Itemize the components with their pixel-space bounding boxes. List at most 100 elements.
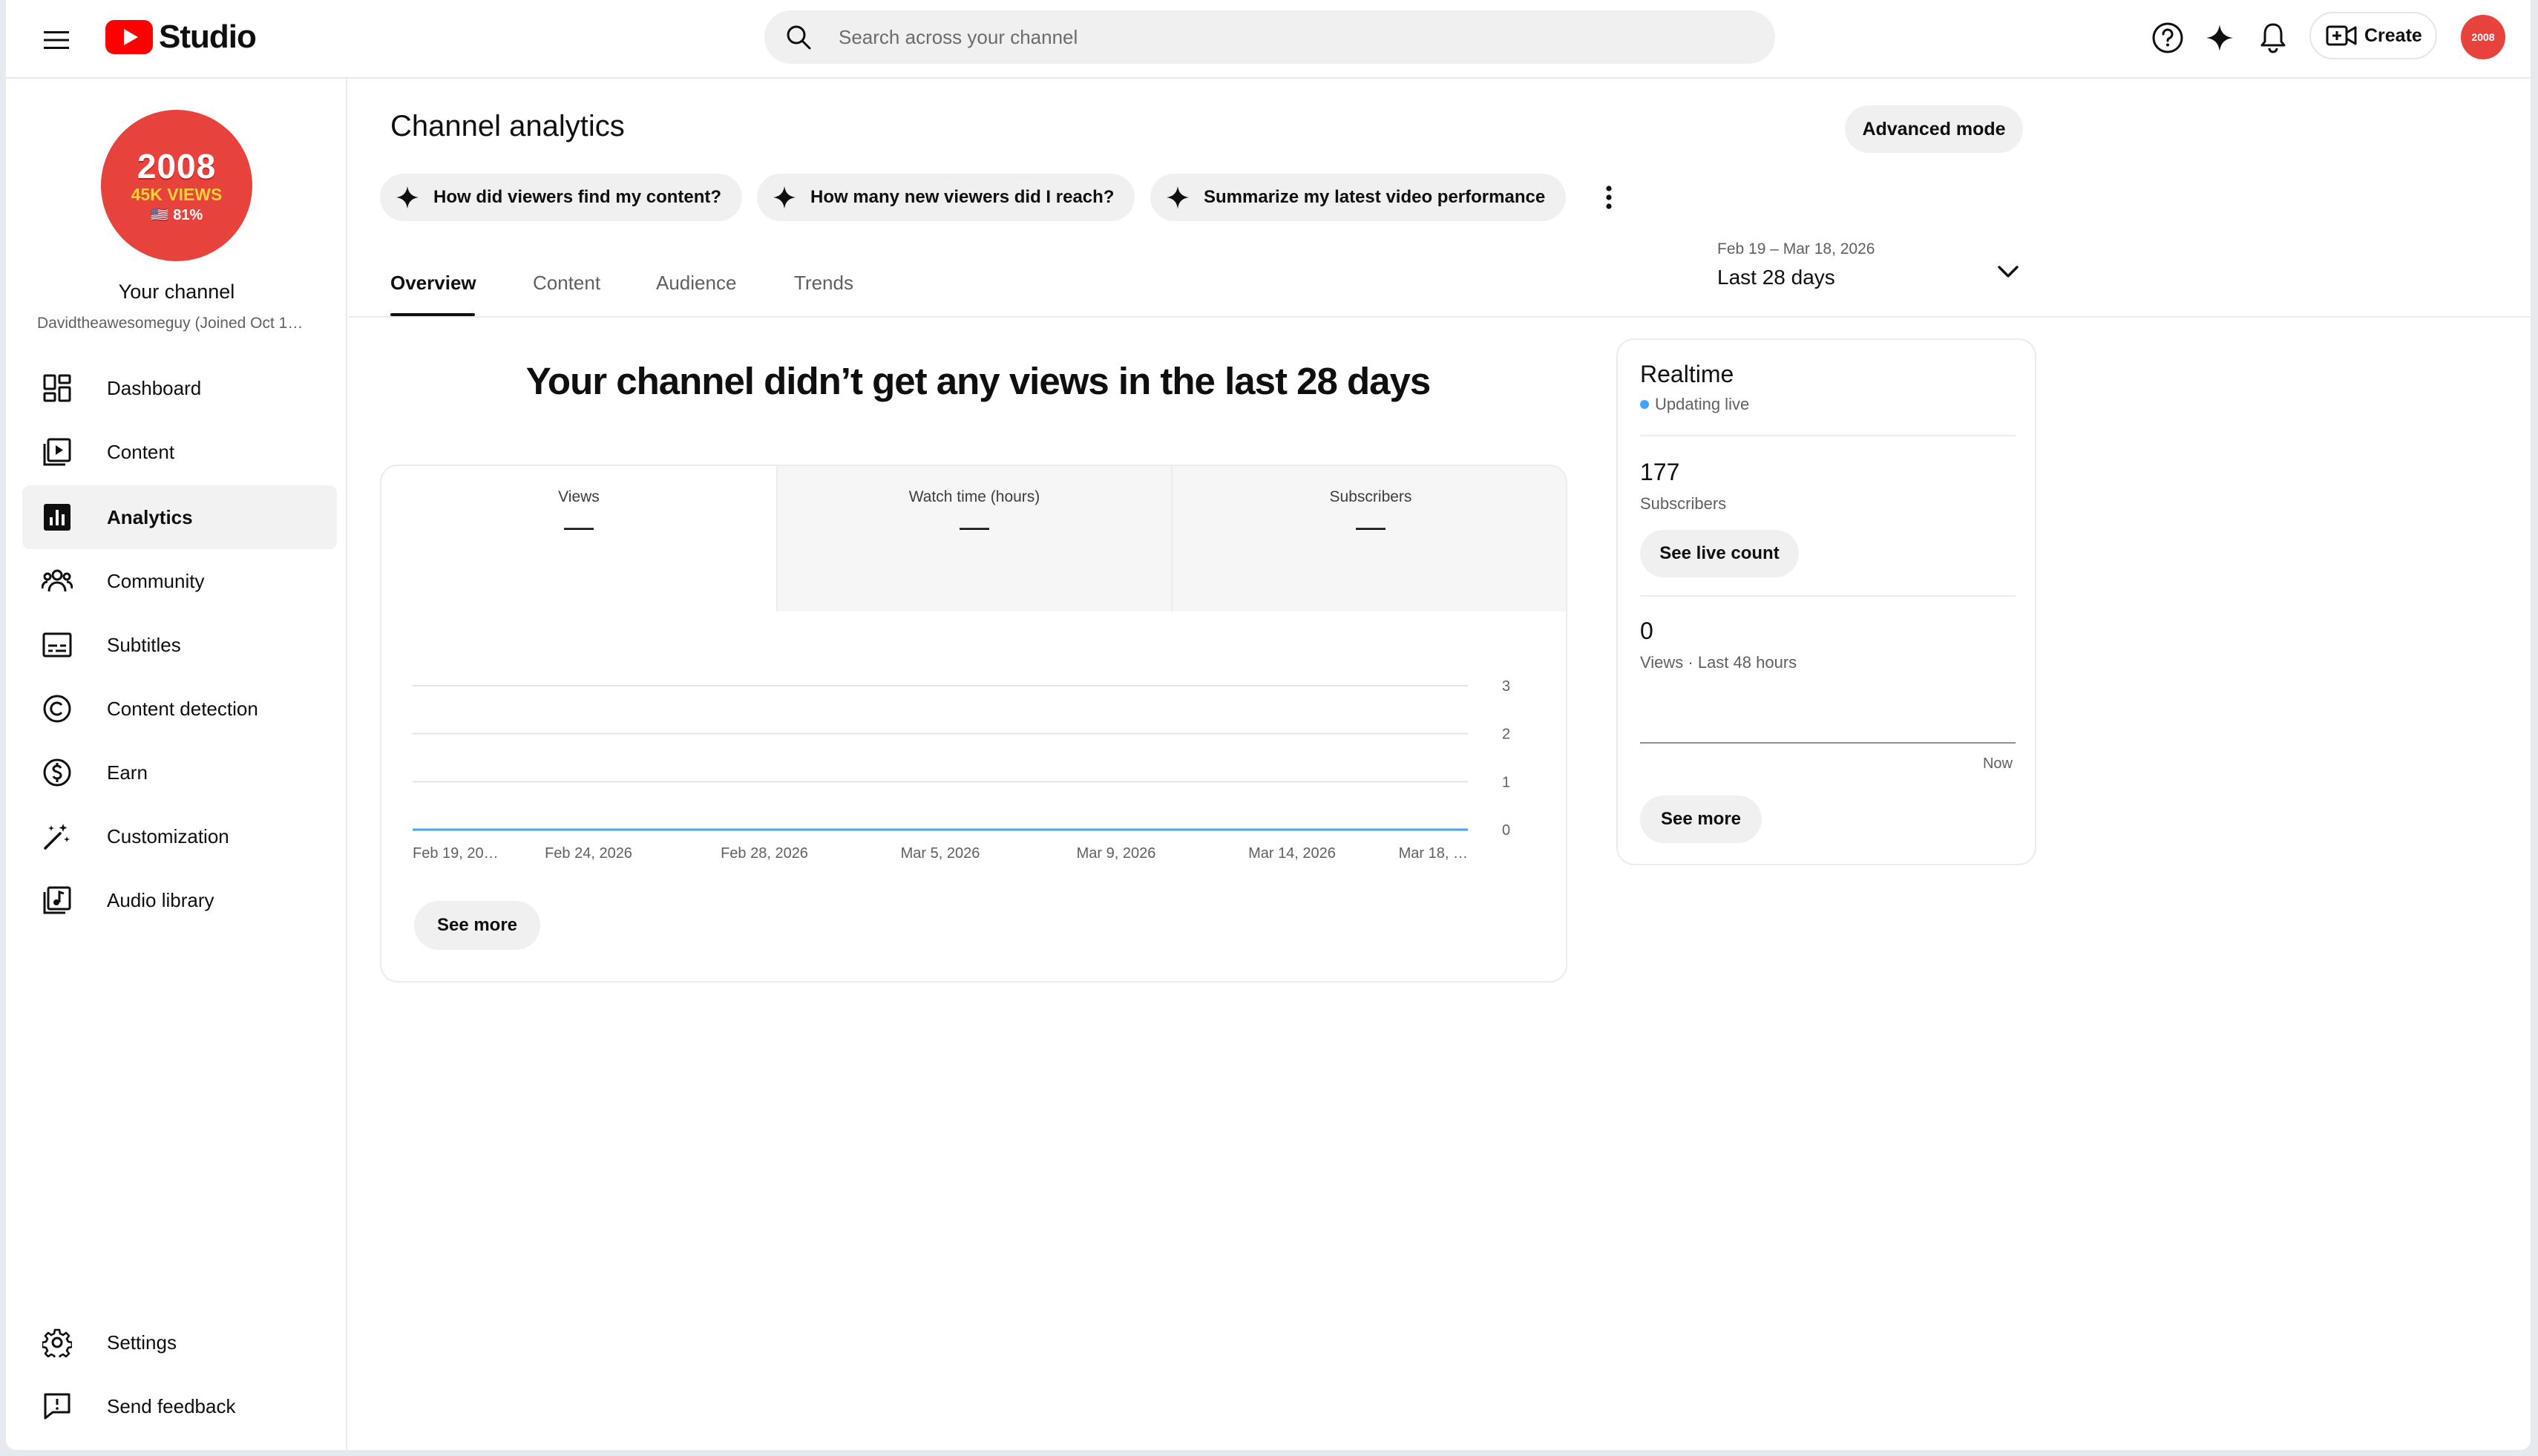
account-avatar-text: 2008 [2471, 31, 2495, 43]
y-tick-label: 2 [1502, 727, 1510, 743]
sidebar-item-earn[interactable]: Earn [22, 741, 337, 804]
chip-label: How did viewers find my content? [433, 187, 722, 207]
sidebar-item-customization[interactable]: Customization [22, 804, 337, 868]
channel-avatar-percent: 🇺🇸 81% [150, 206, 203, 223]
metric-label: Subscribers [1329, 488, 1412, 505]
search-bar[interactable] [764, 10, 1775, 64]
create-button[interactable]: Create [2309, 12, 2437, 59]
sidebar-item-label: Earn [107, 761, 148, 784]
dollar-icon [42, 757, 73, 788]
overview-card: Views — Watch time (hours) — Subscribers… [380, 465, 1567, 983]
realtime-status-text: Updating live [1655, 395, 1750, 413]
metric-tab-subscribers[interactable]: Subscribers — [1171, 466, 1566, 611]
y-tick-label: 0 [1502, 822, 1510, 839]
chevron-down-icon[interactable] [1992, 255, 2024, 288]
divider [1640, 595, 2016, 597]
see-live-count-button[interactable]: See live count [1640, 530, 1799, 577]
page-title: Channel analytics [390, 110, 625, 142]
see-more-button[interactable]: See more [1640, 796, 1762, 843]
sidebar-item-subtitles[interactable]: Subtitles [22, 613, 337, 677]
metric-value: — [1356, 511, 1386, 543]
account-avatar[interactable]: 2008 [2461, 15, 2505, 59]
suggestion-chip[interactable]: How many new viewers did I reach? [757, 174, 1135, 221]
chip-label: Summarize my latest video performance [1204, 187, 1546, 207]
youtube-play-icon [105, 20, 153, 54]
sparkle-icon [773, 186, 796, 209]
community-icon [42, 565, 73, 597]
copyright-icon [42, 693, 73, 724]
sidebar-item-settings[interactable]: Settings [22, 1311, 337, 1374]
logo-text: Studio [159, 19, 257, 55]
y-tick-label: 3 [1502, 678, 1510, 695]
content-icon [42, 436, 73, 468]
create-label: Create [2364, 24, 2422, 46]
realtime-status: Updating live [1640, 395, 1749, 414]
menu-icon[interactable] [40, 24, 73, 56]
more-options-icon[interactable] [1594, 180, 1624, 215]
sidebar-item-analytics[interactable]: Analytics [22, 485, 337, 549]
sidebar-item-label: Subtitles [107, 633, 181, 656]
metric-tab-views[interactable]: Views — [381, 466, 776, 611]
channel-avatar-year: 2008 [137, 146, 217, 186]
dashboard-icon [42, 373, 73, 404]
x-tick-label: Mar 9, 2026 [1077, 845, 1156, 862]
sidebar-item-label: Settings [107, 1331, 177, 1354]
date-period-text[interactable]: Last 28 days [1717, 266, 1835, 289]
sidebar-item-content-detection[interactable]: Content detection [22, 677, 337, 741]
sidebar-item-label: Customization [107, 824, 229, 847]
views-count: 0 [1640, 617, 1653, 644]
help-icon[interactable] [2149, 19, 2186, 56]
analytics-icon [42, 502, 73, 533]
tab-trends[interactable]: Trends [794, 272, 853, 295]
tab-content[interactable]: Content [533, 272, 600, 295]
sidebar-item-content[interactable]: Content [22, 420, 337, 484]
channel-subtitle: Davidtheawesomeguy (Joined Oct 1… [37, 315, 304, 332]
sidebar-item-label: Content [107, 440, 175, 463]
channel-avatar[interactable]: 2008 45K VIEWS 🇺🇸 81% [101, 110, 252, 261]
realtime-chart-baseline [1640, 742, 2016, 744]
metric-value: — [960, 511, 989, 543]
search-icon [785, 24, 812, 54]
sidebar-item-community[interactable]: Community [22, 549, 337, 613]
sidebar-item-label: Analytics [107, 505, 193, 528]
app-window: Studio Create 2008 2008 45K VIEWS [6, 0, 2531, 1450]
top-header: Studio Create 2008 [6, 0, 2531, 79]
x-tick-label: Feb 28, 2026 [721, 845, 808, 862]
y-tick-label: 1 [1502, 774, 1510, 790]
sparkle-icon [396, 186, 419, 209]
see-more-button[interactable]: See more [414, 901, 540, 950]
views-line-chart: 0 1 2 3 Feb 19, 20… Feb 24, 2026 Feb 28, 2026 M… [413, 678, 1510, 862]
youtube-studio-logo[interactable]: Studio [105, 15, 257, 59]
metric-label: Watch time (hours) [908, 488, 1040, 505]
subscriber-count: 177 [1640, 459, 1680, 485]
metric-tab-watch-time[interactable]: Watch time (hours) — [776, 466, 1171, 611]
tab-audience[interactable]: Audience [656, 272, 736, 295]
x-tick-label: Mar 14, 2026 [1248, 845, 1336, 862]
notifications-bell-icon[interactable] [2255, 19, 2292, 56]
chip-label: How many new viewers did I reach? [810, 187, 1115, 207]
sidebar-item-dashboard[interactable]: Dashboard [22, 356, 337, 420]
sidebar-item-label: Dashboard [107, 376, 202, 399]
tabs-divider [349, 316, 2531, 318]
sidebar: 2008 45K VIEWS 🇺🇸 81% Your channel David… [6, 79, 347, 1450]
realtime-now-label: Now [1982, 755, 2013, 772]
subtitles-icon [42, 629, 73, 660]
subscriber-label: Subscribers [1640, 494, 1727, 513]
suggestion-chip[interactable]: Summarize my latest video performance [1150, 174, 1567, 221]
sidebar-item-label: Send feedback [107, 1394, 236, 1417]
feedback-icon [42, 1391, 73, 1422]
metric-value: — [564, 511, 594, 543]
realtime-card: Realtime Updating live 177 Subscribers S… [1616, 338, 2036, 865]
sparkle-icon[interactable] [2201, 19, 2238, 56]
metric-label: Views [558, 488, 600, 505]
advanced-mode-button[interactable]: Advanced mode [1845, 105, 2023, 153]
sidebar-item-send-feedback[interactable]: Send feedback [22, 1374, 337, 1438]
sparkle-icon [1166, 186, 1190, 209]
tab-overview[interactable]: Overview [390, 272, 476, 295]
search-input[interactable] [839, 10, 1729, 64]
date-range-text[interactable]: Feb 19 – Mar 18, 2026 [1717, 240, 1875, 258]
sidebar-item-audio-library[interactable]: Audio library [22, 868, 337, 932]
suggestion-chip[interactable]: How did viewers find my content? [380, 174, 743, 221]
gear-icon [42, 1327, 73, 1358]
empty-state-headline: Your channel didn’t get any views in the… [525, 360, 1432, 402]
